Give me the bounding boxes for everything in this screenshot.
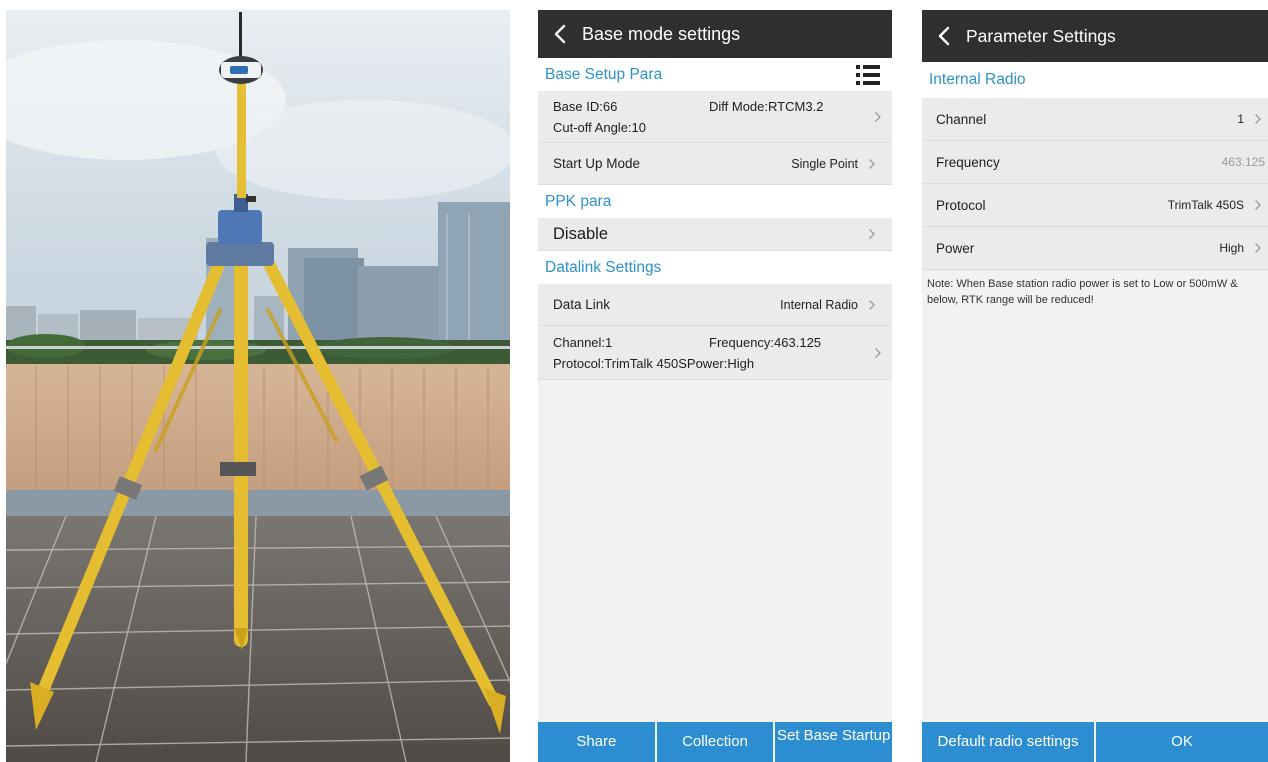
base-mode-screen: Base mode settings Base Setup Para Base … [538,10,892,762]
section-title: Base Setup Para [545,65,663,83]
chevron-right-icon [874,111,884,123]
chevron-right-icon [1254,199,1264,211]
power-text: Power:High [686,355,755,371]
frequency-row: Frequency 463.125 [922,141,1268,184]
diff-mode-text: Diff Mode:RTCM3.2 [709,98,824,114]
frequency-label: Frequency [936,154,1000,170]
section-header-internal-radio: Internal Radio [922,62,1268,98]
set-base-startup-button[interactable]: Set Base Startup [775,722,892,762]
frequency-text: Frequency:463.125 [709,334,822,350]
base-setup-line-1: Base ID:66 Diff Mode:RTCM3.2 [553,96,862,117]
cutoff-angle-text: Cut-off Angle:10 [553,119,646,135]
chevron-right-icon [868,228,878,240]
chevron-left-icon [938,26,950,46]
default-radio-settings-button[interactable]: Default radio settings [922,722,1094,762]
share-button[interactable]: Share [538,722,655,762]
start-up-mode-value: Single Point [791,156,858,171]
ppk-value: Disable [553,224,609,243]
base-setup-row[interactable]: Base ID:66 Diff Mode:RTCM3.2 Cut-off Ang… [538,91,892,143]
chevron-right-icon [874,347,884,359]
screenshot-root: Base mode settings Base Setup Para Base … [0,0,1268,762]
section-header-ppk: PPK para [538,185,892,218]
section-header-base-setup: Base Setup Para [538,58,892,91]
section-header-datalink: Datalink Settings [538,251,892,284]
start-up-mode-label: Start Up Mode [553,156,641,171]
radio-params-line-2: Protocol:TrimTalk 450S Power:High [553,353,862,374]
data-link-value: Internal Radio [780,297,858,312]
radio-params-line-1: Channel:1 Frequency:463.125 [553,332,862,353]
base-setup-line-2: Cut-off Angle:10 [553,117,862,138]
chevron-right-icon [1254,113,1264,125]
parameter-settings-screen: Parameter Settings Internal Radio Channe… [922,10,1268,762]
radio-params-row[interactable]: Channel:1 Frequency:463.125 Protocol:Tri… [538,326,892,380]
data-link-row[interactable]: Data Link Internal Radio [538,284,892,326]
tripod-photo [6,10,510,762]
chevron-right-icon [868,158,878,170]
channel-row[interactable]: Channel 1 [922,98,1268,141]
protocol-value: TrimTalk 450S [1167,198,1244,212]
list-menu-icon[interactable] [853,60,883,90]
back-button[interactable] [922,12,966,60]
base-id-text: Base ID:66 [553,98,618,114]
collection-button[interactable]: Collection [656,722,774,762]
section-title: PPK para [545,192,612,210]
frequency-value: 463.125 [1221,155,1265,169]
app-bar: Base mode settings [538,10,892,58]
page-title: Parameter Settings [966,25,1116,46]
power-row[interactable]: Power High [922,227,1268,270]
power-note: Note: When Base station radio power is s… [927,278,1238,306]
bottom-action-bar: Default radio settings OK [922,722,1268,762]
app-bar: Parameter Settings [922,10,1268,62]
channel-text: Channel:1 [553,334,613,350]
chevron-left-icon [554,24,566,44]
section-title: Internal Radio [929,71,1026,88]
protocol-row[interactable]: Protocol TrimTalk 450S [922,184,1268,227]
chevron-right-icon [1254,242,1264,254]
channel-label: Channel [936,111,987,127]
page-title: Base mode settings [582,23,741,44]
data-link-label: Data Link [553,297,611,312]
chevron-right-icon [868,299,878,311]
power-value: High [1219,241,1244,255]
protocol-label: Protocol [936,197,986,213]
power-label: Power [936,240,975,256]
back-button[interactable] [538,10,582,58]
bottom-action-bar: Share Collection Set Base Startup [538,722,892,762]
start-up-mode-row[interactable]: Start Up Mode Single Point [538,143,892,185]
ppk-row[interactable]: Disable [538,218,892,251]
protocol-text: Protocol:TrimTalk 450S [553,355,687,371]
section-title: Datalink Settings [545,258,662,276]
ok-button[interactable]: OK [1096,722,1268,762]
channel-value: 1 [1237,112,1244,126]
